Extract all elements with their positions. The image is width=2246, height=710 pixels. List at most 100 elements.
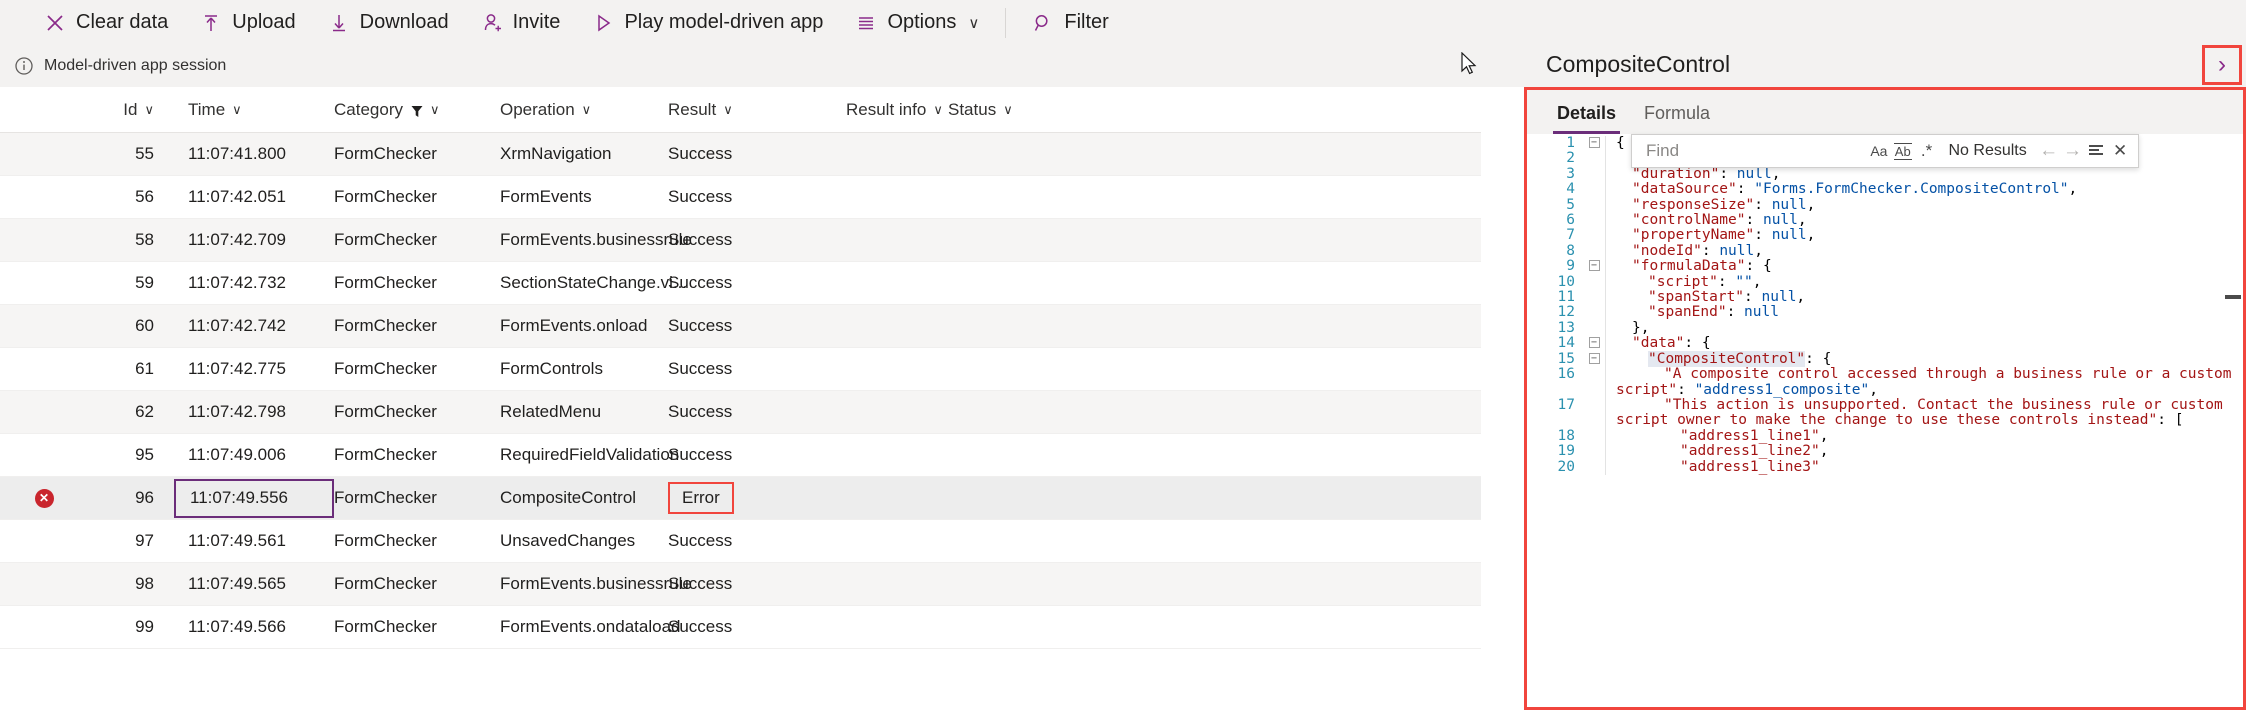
collapse-toggle-icon[interactable]: − bbox=[1588, 137, 1600, 148]
table-row[interactable]: 99 11:07:49.566 FormChecker FormEvents.onda… bbox=[0, 606, 1481, 649]
clear-data-label: Clear data bbox=[76, 11, 169, 33]
whole-word-icon[interactable]: Ab bbox=[1891, 138, 1915, 164]
options-button[interactable]: Options ∨ bbox=[839, 0, 995, 45]
column-header-result-info-label: Result info bbox=[846, 99, 927, 119]
collapse-toggle-icon[interactable]: − bbox=[1588, 337, 1600, 349]
column-header-result[interactable]: Result ∨ bbox=[668, 100, 846, 120]
filter-label: Filter bbox=[1064, 11, 1109, 33]
code-line-content: "address1_line3" bbox=[1605, 459, 2243, 475]
column-header-result-info[interactable]: Result info ∨ bbox=[846, 100, 948, 120]
chevron-down-icon: ∨ bbox=[581, 101, 592, 117]
code-line-number: 18 bbox=[1557, 427, 1575, 444]
code-line-content: "formulaData": { bbox=[1605, 258, 2243, 275]
invite-label: Invite bbox=[512, 11, 561, 33]
column-header-category[interactable]: Category ∨ bbox=[334, 100, 500, 120]
column-header-time[interactable]: Time ∨ bbox=[166, 100, 334, 120]
cell-result: Success bbox=[668, 273, 733, 292]
cell-result: Error bbox=[668, 482, 846, 514]
code-line-number: 20 bbox=[1557, 458, 1575, 475]
code-token: , bbox=[1806, 227, 1816, 244]
clear-data-button[interactable]: Clear data bbox=[28, 0, 184, 45]
find-in-selection-icon[interactable] bbox=[2084, 138, 2108, 164]
row-status-icon-cell: ✕ bbox=[0, 488, 88, 508]
code-token: : bbox=[1717, 273, 1736, 290]
collapse-toggle-icon[interactable]: − bbox=[1588, 352, 1600, 364]
code-fold-gutter: − bbox=[1583, 352, 1605, 364]
table-row[interactable]: 97 11:07:49.561 FormChecker UnsavedChanges S… bbox=[0, 520, 1481, 563]
tab-details[interactable]: Details bbox=[1543, 92, 1630, 134]
table-row[interactable]: 61 11:07:42.775 FormChecker FormControls Suc… bbox=[0, 348, 1481, 391]
code-token: : { bbox=[1684, 335, 1711, 352]
cell-category: FormChecker bbox=[334, 488, 437, 507]
find-next-icon[interactable]: → bbox=[2061, 140, 2085, 162]
invite-button[interactable]: Invite bbox=[465, 0, 577, 45]
code-line-number: 13 bbox=[1557, 319, 1575, 336]
code-token: null bbox=[1761, 289, 1797, 306]
json-code-editor[interactable]: 1−{2"status": null,3"duration": null,4"d… bbox=[1527, 136, 2243, 707]
table-row[interactable]: 56 11:07:42.051 FormChecker FormEvents Succe… bbox=[0, 176, 1481, 219]
cell-id: 99 bbox=[135, 617, 154, 636]
table-row[interactable]: ✕ 96 11:07:49.556 FormChecker CompositeContr… bbox=[0, 477, 1481, 520]
code-line-content: "spanEnd": null bbox=[1605, 305, 2243, 321]
table-row[interactable]: 55 11:07:41.800 FormChecker XrmNavigation Su… bbox=[0, 133, 1481, 176]
upload-button[interactable]: Upload bbox=[184, 0, 311, 45]
code-token: , bbox=[1797, 212, 1807, 229]
table-row[interactable]: 60 11:07:42.742 FormChecker FormEvents.onlo… bbox=[0, 305, 1481, 348]
code-fold-gutter: − bbox=[1583, 136, 1605, 148]
column-header-status[interactable]: Status ∨ bbox=[948, 100, 1068, 120]
code-token: "address1_line2" bbox=[1680, 443, 1820, 460]
code-line-number: 1 bbox=[1566, 136, 1575, 151]
expand-panel-button[interactable]: › bbox=[2202, 45, 2242, 85]
play-model-driven-app-button[interactable]: Play model-driven app bbox=[576, 0, 839, 45]
code-line: 13}, bbox=[1527, 319, 2243, 337]
code-token: null bbox=[1771, 196, 1807, 213]
code-fold-gutter bbox=[1583, 213, 1605, 214]
collapse-toggle-icon[interactable]: − bbox=[1588, 260, 1600, 272]
find-close-icon[interactable]: ✕ bbox=[2108, 138, 2132, 164]
code-fold-gutter bbox=[1583, 228, 1605, 229]
table-row[interactable]: 95 11:07:49.006 FormChecker RequiredFieldVa… bbox=[0, 434, 1481, 477]
table-body: 55 11:07:41.800 FormChecker XrmNavigation Su… bbox=[0, 133, 1481, 649]
find-previous-icon[interactable]: ← bbox=[2037, 140, 2061, 162]
code-line-number: 11 bbox=[1557, 289, 1575, 306]
find-input[interactable] bbox=[1638, 141, 1867, 161]
details-panel-tabs: Details Formula bbox=[1527, 90, 2243, 134]
table-row[interactable]: 62 11:07:42.798 FormChecker RelatedMenu Succ… bbox=[0, 391, 1481, 434]
cell-time: 11:07:49.565 bbox=[188, 574, 286, 593]
code-line-content: "duration": null, bbox=[1605, 165, 2243, 183]
download-button[interactable]: Download bbox=[312, 0, 465, 45]
match-case-icon[interactable]: Aa bbox=[1867, 138, 1891, 164]
code-fold-gutter bbox=[1583, 398, 1605, 399]
filter-button[interactable]: Filter bbox=[1016, 0, 1124, 45]
code-token: : bbox=[1754, 227, 1772, 244]
cell-category: FormChecker bbox=[334, 144, 437, 163]
tab-formula[interactable]: Formula bbox=[1630, 92, 1724, 134]
column-header-operation[interactable]: Operation ∨ bbox=[500, 100, 668, 120]
cell-operation: XrmNavigation bbox=[500, 144, 612, 163]
cell-category: FormChecker bbox=[334, 230, 437, 249]
code-fold-gutter bbox=[1583, 444, 1605, 445]
session-info-bar: Model-driven app session bbox=[0, 45, 1560, 87]
table-row[interactable]: 98 11:07:49.565 FormChecker FormEvents.busi… bbox=[0, 563, 1481, 606]
options-label: Options bbox=[887, 11, 957, 33]
editor-scrollbar-marker[interactable] bbox=[2225, 295, 2241, 299]
code-token: : [ bbox=[2157, 412, 2184, 429]
code-token: : { bbox=[1745, 258, 1772, 275]
cell-time[interactable]: 11:07:49.556 bbox=[166, 478, 334, 518]
table-row[interactable]: 59 11:07:42.732 FormChecker SectionStateCha… bbox=[0, 262, 1481, 305]
error-result-annotation: Error bbox=[668, 482, 734, 514]
chevron-down-icon: ∨ bbox=[968, 14, 980, 32]
regex-icon[interactable]: .* bbox=[1915, 138, 1939, 164]
cell-operation: CompositeControl bbox=[500, 488, 637, 507]
code-token: "formulaData" bbox=[1632, 258, 1746, 275]
column-header-id[interactable]: Id ∨ bbox=[88, 100, 166, 120]
table-row[interactable]: 58 11:07:42.709 FormChecker FormEvents.busi… bbox=[0, 219, 1481, 262]
details-panel: CompositeControl › Details Formula Aa Ab… bbox=[1524, 42, 2246, 710]
code-token: null bbox=[1736, 165, 1772, 182]
selected-time-highlight: 11:07:49.556 bbox=[174, 478, 334, 518]
cell-category: FormChecker bbox=[334, 316, 437, 335]
code-token: : bbox=[1677, 381, 1695, 398]
code-token: , bbox=[1869, 381, 1878, 398]
cell-operation: FormControls bbox=[500, 359, 603, 378]
code-token: "address1_line1" bbox=[1680, 427, 1820, 444]
